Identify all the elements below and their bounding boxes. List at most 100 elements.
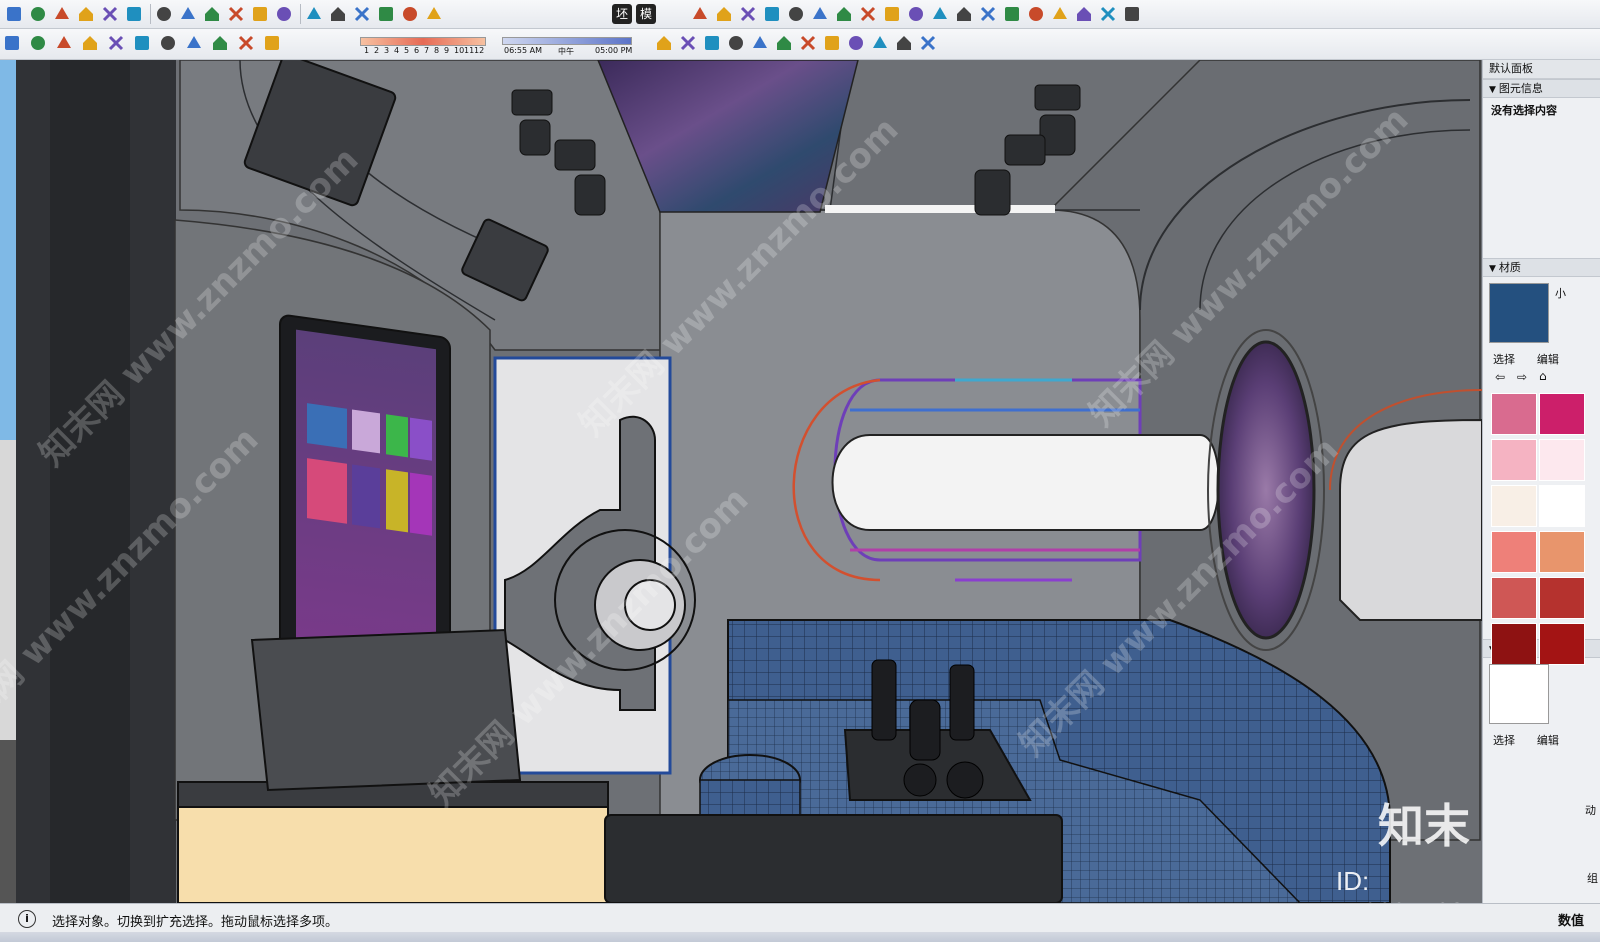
- shadow-month-scale[interactable]: 1 2 3 4 5 6 7 8 9 10 11 12: [358, 31, 488, 57]
- toolbar-text-button[interactable]: 模: [636, 4, 656, 24]
- pattern-icon[interactable]: [822, 33, 842, 53]
- pen-icon[interactable]: [930, 4, 950, 24]
- shed-icon[interactable]: [226, 4, 246, 24]
- tab-edit[interactable]: 编辑: [1537, 351, 1559, 367]
- open-icon[interactable]: [28, 33, 48, 53]
- rhombus-icon[interactable]: [424, 4, 444, 24]
- material-swatch[interactable]: [1491, 531, 1537, 573]
- brush-icon[interactable]: [1026, 4, 1046, 24]
- entity-info-empty: 没有选择内容: [1491, 104, 1557, 117]
- cube-c-icon[interactable]: [328, 4, 348, 24]
- text-icon[interactable]: [834, 4, 854, 24]
- group-icon[interactable]: [76, 4, 96, 24]
- home-icon[interactable]: ⌂: [1539, 369, 1547, 383]
- wrench-icon[interactable]: [1074, 4, 1094, 24]
- material-swatch[interactable]: [1491, 439, 1537, 481]
- box-icon[interactable]: [100, 4, 120, 24]
- material-swatch-grid: [1483, 389, 1600, 665]
- tab-edit[interactable]: 编辑: [1537, 732, 1559, 748]
- component-icon[interactable]: [52, 4, 72, 24]
- prism-icon[interactable]: [690, 4, 710, 24]
- current-material-swatch[interactable]: [1489, 283, 1549, 343]
- tree-icon[interactable]: [774, 33, 794, 53]
- warehouse-up-icon[interactable]: [678, 33, 698, 53]
- roof-icon[interactable]: [1002, 4, 1022, 24]
- month-tick-label: 1: [364, 46, 370, 55]
- select-icon[interactable]: [28, 4, 48, 24]
- collapse-triangle-icon: ▼: [1489, 85, 1496, 95]
- terrain-icon[interactable]: [798, 33, 818, 53]
- gear-tool-icon[interactable]: [1122, 4, 1142, 24]
- toolbar-text-button[interactable]: 坯: [612, 4, 632, 24]
- toolbar-row-2: 1 2 3 4 5 6 7 8 9 10 11 12 06:55 AM 中午 05:00 PM: [0, 29, 1600, 60]
- stair-icon[interactable]: [978, 4, 998, 24]
- back-arrow-icon[interactable]: ⇦: [1495, 370, 1505, 384]
- materials-header[interactable]: ▼ 材质: [1483, 258, 1600, 277]
- material-swatch[interactable]: [1491, 577, 1537, 619]
- tab-select[interactable]: 选择: [1493, 732, 1515, 748]
- stack-icon[interactable]: [250, 4, 270, 24]
- erase-icon[interactable]: [158, 33, 178, 53]
- shadow-icon[interactable]: [654, 33, 674, 53]
- component-preview-icon[interactable]: [1489, 664, 1549, 724]
- save-icon[interactable]: [54, 33, 74, 53]
- pyramid-icon[interactable]: [714, 4, 734, 24]
- refresh-icon[interactable]: [702, 33, 722, 53]
- route-icon[interactable]: [906, 4, 926, 24]
- diamond-icon[interactable]: [400, 4, 420, 24]
- info-icon[interactable]: [918, 33, 938, 53]
- material-swatch[interactable]: [1539, 393, 1585, 435]
- undo-icon[interactable]: [184, 33, 204, 53]
- cube-a-icon[interactable]: [274, 4, 294, 24]
- scene-drawing: [0, 60, 1482, 903]
- material-swatch[interactable]: [1539, 577, 1585, 619]
- material-swatch[interactable]: [1491, 485, 1537, 527]
- tab-select[interactable]: 选择: [1493, 351, 1515, 367]
- status-bar: i 选择对象。切换到扩充选择。拖动鼠标选择多项。 数值: [0, 903, 1600, 942]
- model-info-icon[interactable]: [262, 33, 282, 53]
- material-swatch[interactable]: [1539, 531, 1585, 573]
- print-icon[interactable]: [236, 33, 256, 53]
- forward-arrow-icon[interactable]: ⇨: [1517, 370, 1527, 384]
- entity-info-label: 图元信息: [1498, 82, 1543, 95]
- box-side-icon[interactable]: [124, 4, 144, 24]
- paste-icon[interactable]: [132, 33, 152, 53]
- model-viewport[interactable]: 知末网 www.znzmo.com 知末网 www.znzmo.com 知末网 …: [0, 60, 1482, 903]
- layer-icon[interactable]: [738, 4, 758, 24]
- compass-icon[interactable]: [882, 4, 902, 24]
- cup-icon[interactable]: [2, 33, 22, 53]
- material-swatch[interactable]: [1539, 439, 1585, 481]
- month-tick-label: 10: [454, 46, 465, 55]
- settings-icon[interactable]: [870, 33, 890, 53]
- cube-b-icon[interactable]: [304, 4, 324, 24]
- stack-down-icon[interactable]: [726, 33, 746, 53]
- entity-info-header[interactable]: ▼ 图元信息: [1483, 79, 1600, 98]
- upload-icon[interactable]: [846, 33, 866, 53]
- month-tick-label: 12: [474, 46, 485, 55]
- book-icon[interactable]: [810, 4, 830, 24]
- sheet-icon[interactable]: [786, 4, 806, 24]
- time-start-label: 06:55 AM: [504, 46, 542, 55]
- month-tick-label: 8: [434, 46, 440, 55]
- shadow-time-scale[interactable]: 06:55 AM 中午 05:00 PM: [500, 31, 635, 57]
- redo-icon[interactable]: [210, 33, 230, 53]
- ruler-icon[interactable]: [858, 4, 878, 24]
- mail-icon[interactable]: [894, 33, 914, 53]
- house-icon[interactable]: [154, 4, 174, 24]
- status-message: 选择对象。切换到扩充选择。拖动鼠标选择多项。: [52, 915, 339, 930]
- scissors-icon[interactable]: [1050, 4, 1070, 24]
- cube-e-icon[interactable]: [376, 4, 396, 24]
- ramp-icon[interactable]: [954, 4, 974, 24]
- material-swatch[interactable]: [1539, 485, 1585, 527]
- cut-icon[interactable]: [80, 33, 100, 53]
- plus-icon[interactable]: [750, 33, 770, 53]
- orbit-icon[interactable]: [4, 4, 24, 24]
- tag-icon[interactable]: [762, 4, 782, 24]
- copy-icon[interactable]: [106, 33, 126, 53]
- home-icon[interactable]: [202, 4, 222, 24]
- cube-d-icon[interactable]: [352, 4, 372, 24]
- info-icon[interactable]: i: [18, 910, 36, 928]
- warehouse-icon[interactable]: [178, 4, 198, 24]
- tool-icon[interactable]: [1098, 4, 1118, 24]
- material-swatch[interactable]: [1491, 393, 1537, 435]
